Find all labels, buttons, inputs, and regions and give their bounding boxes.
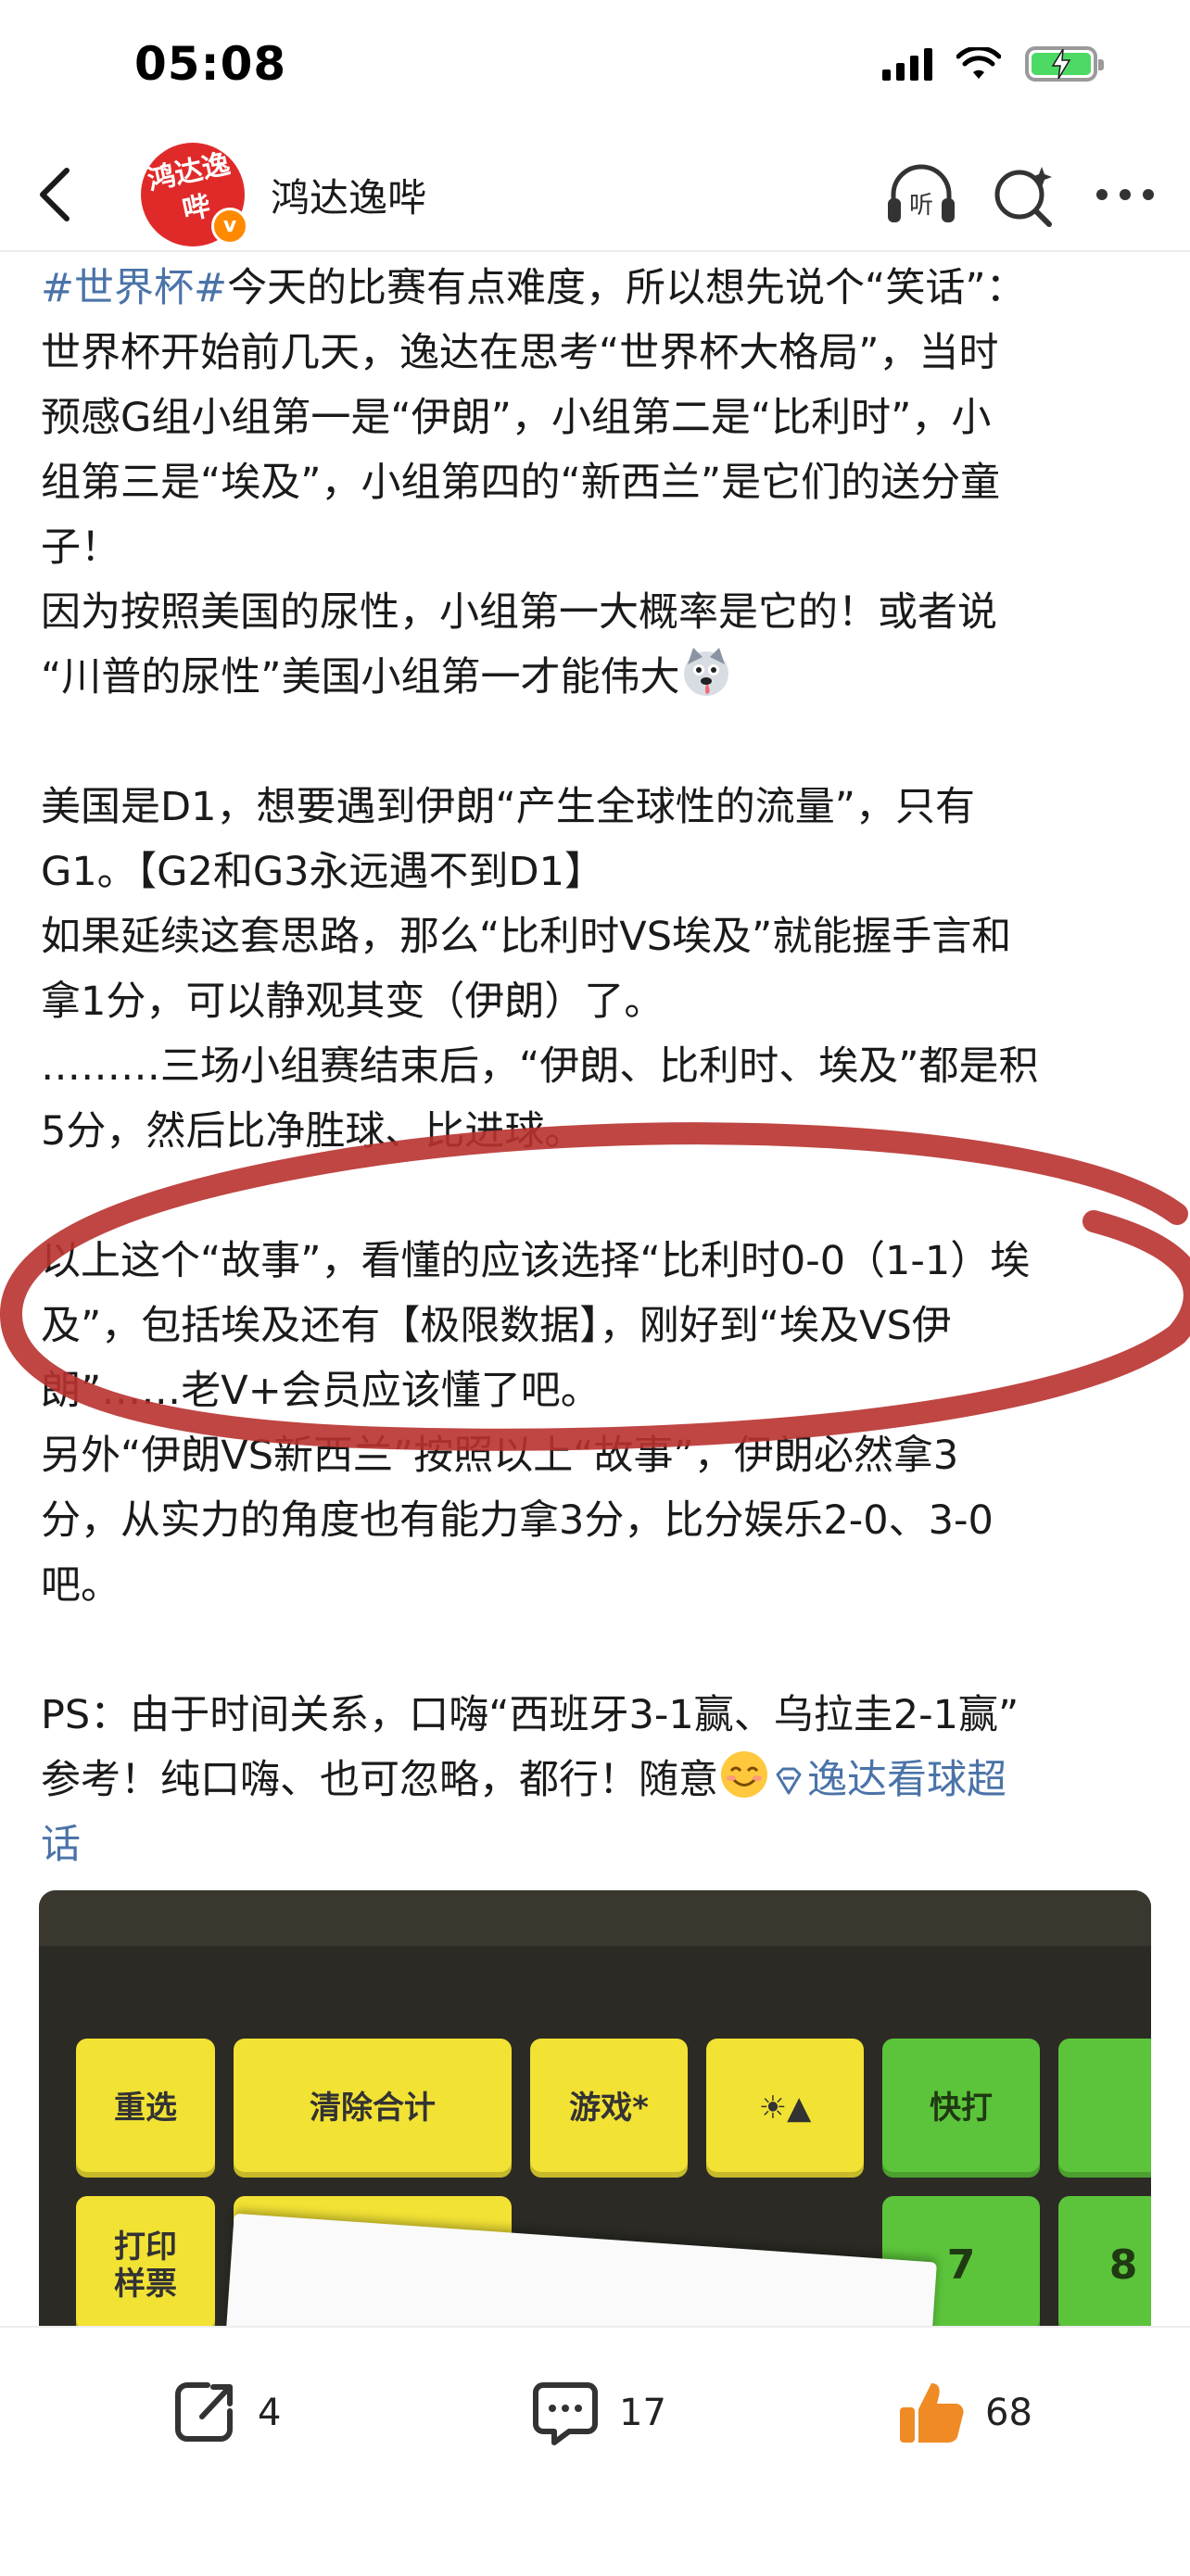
post-line: 朗”……老V+会员应该懂了吧。 [41, 1368, 601, 1414]
post-line: 及”，包括埃及还有【极限数据】，刚好到“埃及VS伊 [41, 1303, 952, 1349]
post-line: ………三场小组赛结束后，“伊朗、比利时、埃及”都是积 [41, 1043, 1039, 1090]
post-line: 拿1分，可以静观其变（伊朗）了。 [41, 979, 665, 1025]
post-line: 5分，然后比净胜球、比进球。 [41, 1108, 585, 1155]
avatar[interactable]: 鸿达逸哔 v [141, 143, 248, 246]
like-button[interactable]: 68 [894, 2376, 1032, 2450]
post-line: “川普的尿性”美国小组第一才能伟大 [41, 645, 1153, 710]
post-line: 以上这个“故事”，看懂的应该选择“比利时0-0（1-1）埃 [41, 1238, 1031, 1284]
post-line: 世界杯开始前几天，逸达在思考“世界杯大格局”，当时 [41, 330, 999, 376]
cellular-signal-icon [882, 47, 932, 81]
listen-button[interactable]: 听 [884, 158, 958, 232]
share-icon [175, 2382, 233, 2442]
like-count: 68 [985, 2392, 1032, 2434]
super-topic-link[interactable]: 逸达看球超 [807, 1757, 1006, 1803]
headphones-listen-icon: 听 [888, 164, 955, 222]
back-button[interactable] [28, 158, 93, 232]
share-button[interactable]: 4 [167, 2376, 281, 2450]
post-line: 因为按照美国的尿性，小组第一大概率是它的！或者说 [41, 589, 997, 636]
post-line: 预感G组小组第一是“伊朗”，小组第二是“比利时”，小 [41, 395, 992, 441]
status-time: 05:08 [134, 37, 287, 91]
chevron-left-icon [40, 168, 70, 221]
nav-bar: 鸿达逸哔 v 鸿达逸哔 听 [0, 139, 1190, 252]
post-line: #世界杯#今天的比赛有点难度，所以想先说个“笑话”： [41, 265, 1026, 311]
post-line: 分，从实力的角度也有能力拿3分，比分娱乐2-0、3-0 [41, 1497, 994, 1544]
key-reselect: 重选 [76, 2039, 215, 2178]
post-line: 参考！纯口嗨、也可忽略，都行！随意 逸达看球超 [41, 1748, 1153, 1812]
key-clear-total: 清除合计 [234, 2039, 512, 2178]
svg-text:听: 听 [909, 192, 933, 220]
post-line: 吧。 [41, 1562, 120, 1609]
post-image[interactable]: 重选 清除合计 游戏* ☀▲ 快打 退 打印 样票 7 8 [39, 1890, 1151, 2326]
comment-count: 17 [619, 2392, 666, 2434]
post-line: PS：由于时间关系，口嗨“西班牙3-1赢、乌拉圭2-1赢” [41, 1692, 1019, 1738]
verified-badge-icon: v [211, 208, 248, 245]
share-count: 4 [258, 2392, 282, 2434]
battery-charging-icon [1025, 46, 1104, 82]
search-button[interactable] [986, 158, 1060, 232]
post-line: 组第三是“埃及”，小组第四的“新西兰”是它们的送分童 [41, 460, 1001, 506]
search-sparkle-icon [994, 167, 1052, 227]
key-8: 8 [1058, 2196, 1151, 2326]
comment-button[interactable]: 17 [528, 2376, 666, 2450]
post-line: G1。【G2和G3永远遇不到D1】 [41, 849, 605, 895]
super-topic-diamond-icon [776, 1767, 802, 1795]
image-background [39, 1890, 1151, 1946]
more-dots-icon [1096, 189, 1154, 200]
bottom-toolbar: 4 17 68 [0, 2326, 1190, 2576]
key-game: 游戏* [530, 2039, 688, 2178]
account-name[interactable]: 鸿达逸哔 [271, 167, 426, 223]
key-print-sample: 打印 样票 [76, 2196, 215, 2326]
nav-actions: 听 [884, 158, 1162, 232]
wifi-icon [956, 47, 1001, 79]
more-button[interactable] [1088, 158, 1162, 232]
super-topic-link-continued[interactable]: 话 [41, 1822, 81, 1868]
thumbs-up-icon [900, 2383, 964, 2443]
key-back: 退 [1058, 2039, 1151, 2178]
key-quick-play: 快打 [882, 2039, 1040, 2178]
dog-emoji-icon [683, 648, 728, 696]
status-icons [882, 46, 1104, 82]
post-line: 子！ [41, 524, 120, 571]
post-line: 话 [41, 1812, 1153, 1877]
post-line: 美国是D1，想要遇到伊朗“产生全球性的流量”，只有 [41, 784, 976, 830]
smile-emoji-icon [721, 1751, 767, 1798]
key-brightness: ☀▲ [706, 2039, 864, 2178]
lottery-ticket [225, 2213, 937, 2326]
hashtag-link[interactable]: #世界杯# [41, 265, 227, 311]
post-line: 另外“伊朗VS新西兰”按照以上“故事”，伊朗必然拿3 [41, 1433, 959, 1479]
status-bar: 05:08 [0, 0, 1190, 139]
post-text: #世界杯#今天的比赛有点难度，所以想先说个“笑话”： 世界杯开始前几天，逸达在思… [41, 256, 1153, 1877]
post-line: 如果延续这套思路，那么“比利时VS埃及”就能握手言和 [41, 914, 1012, 960]
comment-icon [533, 2382, 598, 2445]
